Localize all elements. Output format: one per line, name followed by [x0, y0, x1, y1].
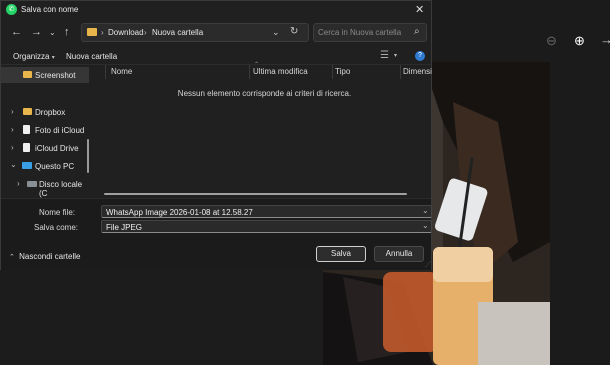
nav-item-dropbox[interactable]: › Dropbox [1, 104, 89, 120]
up-arrow-icon[interactable]: ↑ [64, 26, 70, 38]
hide-folders-label: Nascondi cartelle [19, 252, 81, 261]
filename-field[interactable]: WhatsApp Image 2026-01-08 at 12.58.27 ⌄ [101, 205, 432, 218]
chevron-down-icon[interactable]: ⌄ [10, 160, 17, 169]
recent-dropdown-icon[interactable]: ⌄ [49, 28, 56, 37]
folder-icon [87, 28, 97, 36]
organize-button[interactable]: Organizza ▾ [13, 52, 55, 61]
breadcrumb-separator-icon: › [144, 28, 147, 37]
breadcrumb-nuova-cartella[interactable]: Nuova cartella [152, 28, 203, 37]
zoom-out-icon[interactable]: ⊖ [546, 33, 557, 49]
cancel-button[interactable]: Annulla [374, 246, 424, 262]
navigation-pane: Screenshot › Dropbox › Foto di iCloud › … [1, 65, 93, 198]
whatsapp-icon: ✆ [6, 4, 17, 15]
caret-down-icon: ▾ [51, 55, 55, 61]
folder-icon [23, 108, 32, 115]
column-separator [105, 65, 106, 79]
column-separator [249, 65, 250, 79]
nav-item-disco-locale[interactable]: › Disco locale (C [1, 176, 89, 198]
navpane-scrollbar[interactable] [87, 139, 89, 173]
nav-item-icloud-drive[interactable]: › iCloud Drive [1, 140, 89, 156]
view-options-icon[interactable]: ☰ [380, 50, 389, 61]
nav-label: iCloud Drive [35, 144, 79, 153]
resize-grip-icon[interactable]: ⋰ [425, 261, 431, 268]
horizontal-scrollbar[interactable] [104, 193, 407, 195]
chevron-right-icon[interactable]: › [11, 125, 14, 134]
empty-message: Nessun elemento corrisponde ai criteri d… [177, 89, 352, 98]
column-header-tipo[interactable]: Tipo [335, 67, 350, 76]
save-as-type-label: Salva come: [34, 223, 79, 232]
view-caret-icon[interactable]: ▾ [394, 52, 397, 59]
nav-item-foto-icloud[interactable]: › Foto di iCloud [1, 122, 89, 138]
address-dropdown-icon[interactable]: ⌄ [272, 27, 280, 38]
chevron-right-icon[interactable]: › [17, 179, 20, 188]
breadcrumb-separator-icon: › [101, 28, 104, 37]
breadcrumb-download[interactable]: Download [108, 28, 144, 37]
nav-label: Screenshot [35, 71, 76, 80]
nav-label: Questo PC [35, 162, 75, 171]
organize-label: Organizza [13, 52, 50, 61]
filename-value: WhatsApp Image 2026-01-08 at 12.58.27 [106, 208, 253, 217]
nav-item-questo-pc[interactable]: ⌄ Questo PC [1, 158, 89, 174]
zoom-in-icon[interactable]: ⊕ [574, 33, 585, 49]
filename-label: Nome file: [39, 208, 76, 217]
chevron-right-icon[interactable]: › [11, 143, 14, 152]
dialog-titlebar: ✆ Salva con nome ✕ [1, 1, 431, 19]
help-icon[interactable]: ? [415, 51, 425, 61]
nav-label: Foto di iCloud [35, 126, 85, 135]
save-as-dialog: ✆ Salva con nome ✕ ← → ⌄ ↑ › Download › … [0, 0, 432, 270]
search-icon: ⌕ [414, 26, 420, 37]
chevron-up-icon: ⌃ [9, 254, 15, 261]
column-header-dimensione[interactable]: Dimensio [403, 67, 432, 76]
nav-label: Disco locale (C [39, 180, 83, 198]
column-header-nome[interactable]: Nome [111, 67, 132, 76]
chevron-down-icon[interactable]: ⌄ [422, 206, 429, 215]
next-arrow-icon[interactable]: → [600, 32, 610, 47]
save-as-type-select[interactable]: File JPEG ⌄ [101, 220, 432, 233]
column-header-ultima-modifica[interactable]: Ultima modifica [253, 67, 308, 76]
hide-folders-toggle[interactable]: ⌃ Nascondi cartelle [9, 252, 80, 261]
new-folder-button[interactable]: Nuova cartella [66, 52, 117, 61]
command-toolbar: Organizza ▾ Nuova cartella ☰ ▾ ? [1, 47, 431, 65]
file-icon [23, 143, 30, 152]
search-input[interactable]: Cerca in Nuova cartella ⌕ [313, 23, 427, 42]
nav-item-screenshot[interactable]: Screenshot [1, 67, 89, 83]
chevron-right-icon[interactable]: › [11, 107, 14, 116]
refresh-icon[interactable]: ↻ [290, 26, 298, 37]
address-bar[interactable]: › Download › Nuova cartella ⌄ ↻ [81, 23, 309, 42]
close-icon[interactable]: ✕ [415, 3, 424, 16]
file-icon [23, 125, 30, 134]
column-separator [332, 65, 333, 79]
drive-icon [27, 181, 37, 187]
forward-arrow-icon[interactable]: → [31, 26, 42, 38]
back-arrow-icon[interactable]: ← [11, 26, 22, 38]
search-placeholder: Cerca in Nuova cartella [318, 28, 402, 37]
save-as-type-value: File JPEG [106, 223, 143, 232]
dialog-title: Salva con nome [21, 5, 79, 14]
chevron-down-icon[interactable]: ⌄ [422, 221, 429, 230]
nav-label: Dropbox [35, 108, 66, 117]
folder-icon [23, 71, 32, 78]
save-button[interactable]: Salva [316, 246, 366, 262]
sort-caret-icon: ⌃ [254, 62, 260, 68]
column-separator [400, 65, 401, 79]
computer-icon [22, 162, 32, 169]
